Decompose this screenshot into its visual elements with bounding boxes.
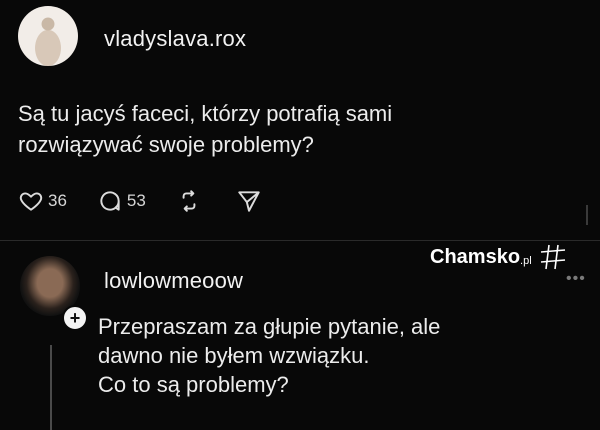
plus-icon[interactable]: + bbox=[62, 305, 88, 331]
comment-count: 53 bbox=[126, 191, 146, 210]
comment-button[interactable]: 53 bbox=[97, 188, 146, 214]
post-text-line-1: Są tu jacyś faceci, którzy potrafią sami bbox=[18, 101, 393, 126]
reply-text-line-1: Przepraszam za głupie pytanie, ale bbox=[98, 314, 441, 339]
watermark-brand: Chamsko bbox=[430, 245, 521, 268]
reply-text-line-3: Co to są problemy? bbox=[98, 372, 289, 397]
more-icon[interactable]: ••• bbox=[566, 270, 586, 288]
comment-icon bbox=[100, 191, 120, 211]
reply-text-line-2: dawno nie byłem wzwiązku. bbox=[98, 343, 370, 368]
watermark-suffix: .pl bbox=[520, 255, 532, 267]
like-count: 36 bbox=[48, 191, 67, 210]
repost-button[interactable] bbox=[176, 188, 202, 214]
thread-divider bbox=[0, 240, 600, 241]
thread-line bbox=[50, 345, 52, 430]
post-text: Są tu jacyś faceci, którzy potrafią sami… bbox=[18, 98, 538, 160]
post-text-line-2: rozwiązywać swoje problemy? bbox=[18, 132, 314, 157]
reply-text: Przepraszam za głupie pytanie, ale dawno… bbox=[98, 312, 568, 399]
post-author-avatar[interactable] bbox=[18, 6, 78, 66]
repost-icon bbox=[182, 190, 196, 212]
reply-author-username[interactable]: lowlowmeoow bbox=[104, 268, 243, 294]
watermark: Chamsko .pl bbox=[430, 242, 568, 272]
heart-icon bbox=[19, 192, 43, 211]
hashtag-logo-icon bbox=[540, 244, 565, 270]
share-button[interactable] bbox=[236, 188, 262, 214]
post-actions: 36 53 bbox=[18, 186, 282, 216]
post-author-username[interactable]: vladyslava.rox bbox=[104, 26, 246, 52]
edge-divider bbox=[586, 205, 588, 225]
send-icon bbox=[238, 191, 260, 212]
like-button[interactable]: 36 bbox=[18, 188, 67, 214]
